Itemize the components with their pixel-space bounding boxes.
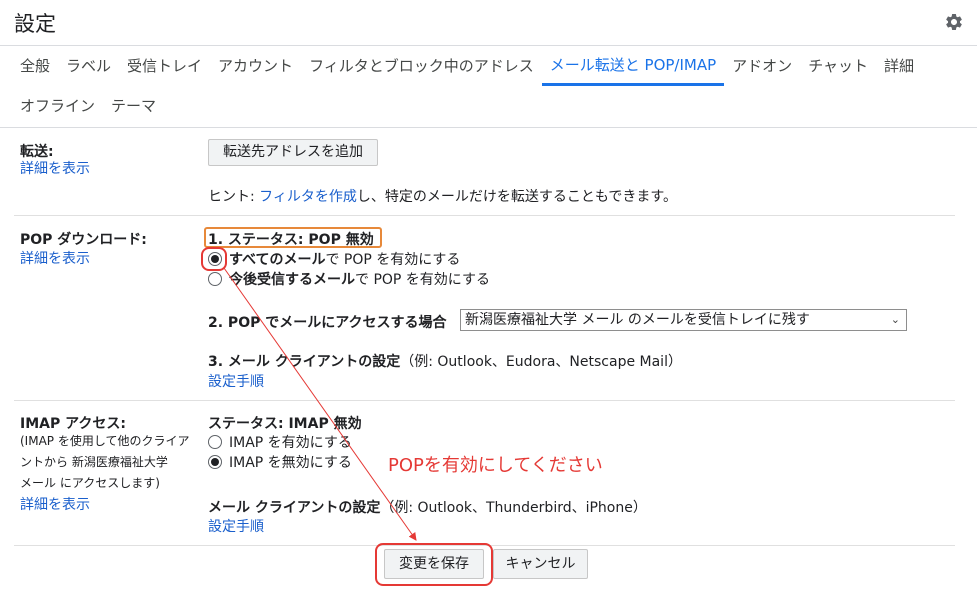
tab-labels[interactable]: ラベル — [58, 46, 119, 86]
tab-themes[interactable]: テーマ — [103, 86, 164, 126]
tab-accounts[interactable]: アカウント — [210, 46, 301, 86]
pop-status-highlight — [204, 227, 382, 248]
imap-disable-label: IMAP を無効にする — [229, 455, 352, 471]
pop-all-mail-label: すべてのメールで POP を有効にする — [229, 249, 460, 269]
settings-tabs-row2: オフライン テーマ — [12, 86, 164, 126]
imap-note-line3: メール にアクセスします) — [20, 476, 160, 490]
imap-note-line1: (IMAP を使用して他のクライア — [20, 434, 190, 448]
chevron-down-icon: ⌄ — [890, 313, 900, 326]
tab-offline[interactable]: オフライン — [12, 86, 103, 126]
pop-all-mail-bold: すべてのメール — [229, 252, 326, 268]
imap-enable-label: IMAP を有効にする — [229, 435, 352, 451]
pop-future-mail-label: 今後受信するメールで POP を有効にする — [229, 269, 490, 289]
gear-icon[interactable] — [944, 12, 964, 32]
imap-setup-instructions-link[interactable]: 設定手順 — [208, 516, 264, 536]
imap-disable-radio[interactable] — [208, 455, 222, 469]
settings-tabs: 全般 ラベル 受信トレイ アカウント フィルタとブロック中のアドレス メール転送… — [12, 46, 922, 86]
imap-access-label: IMAP アクセス: — [20, 416, 127, 432]
save-button-highlight — [375, 543, 493, 586]
tab-filters[interactable]: フィルタとブロック中のアドレス — [301, 46, 542, 86]
imap-client-settings: メール クライアントの設定（例: Outlook、Thunderbird、iPh… — [208, 497, 647, 517]
section-divider — [14, 400, 955, 401]
pop-client-label: 3. メール クライアントの設定 — [208, 354, 401, 370]
pop-download-label: POP ダウンロード: — [20, 232, 147, 248]
pop-setup-instructions-link[interactable]: 設定手順 — [208, 371, 264, 391]
imap-client-label: メール クライアントの設定 — [208, 500, 381, 516]
pop-future-mail-rest: で POP を有効にする — [355, 272, 490, 288]
page-title: 設定 — [14, 12, 56, 36]
pop-future-mail-bold: 今後受信するメール — [229, 272, 355, 288]
imap-enable-radio[interactable] — [208, 435, 222, 449]
pop-access-select[interactable]: 新潟医療福祉大学 メール のメールを受信トレイに残す ⌄ — [460, 309, 907, 331]
pop-details-link[interactable]: 詳細を表示 — [20, 248, 90, 268]
pop-future-mail-radio[interactable] — [208, 272, 222, 286]
pop-access-label: 2. POP でメールにアクセスする場合 — [208, 315, 447, 331]
hint-suffix: し、特定のメールだけを転送することもできます。 — [356, 189, 677, 205]
pop-client-settings: 3. メール クライアントの設定（例: Outlook、Eudora、Netsc… — [208, 351, 682, 371]
create-filter-link[interactable]: フィルタを作成 — [259, 189, 357, 205]
tab-addons[interactable]: アドオン — [724, 46, 800, 86]
pop-access-select-value: 新潟医療福祉大学 メール のメールを受信トレイに残す — [465, 312, 810, 328]
imap-note-line2: ントから 新潟医療福祉大学 — [20, 455, 168, 469]
imap-details-link[interactable]: 詳細を表示 — [20, 494, 90, 514]
imap-client-example: （例: Outlook、Thunderbird、iPhone） — [380, 500, 647, 516]
tab-general[interactable]: 全般 — [12, 46, 58, 86]
pop-radio-highlight — [201, 247, 227, 271]
cancel-button[interactable]: キャンセル — [493, 549, 588, 579]
pop-all-mail-rest: で POP を有効にする — [325, 252, 461, 268]
imap-status: ステータス: IMAP 無効 — [208, 416, 362, 432]
forwarding-details-link[interactable]: 詳細を表示 — [20, 158, 90, 178]
hint-prefix: ヒント: — [208, 189, 260, 205]
section-divider — [14, 215, 955, 216]
tab-chat[interactable]: チャット — [800, 46, 876, 86]
add-forwarding-address-button[interactable]: 転送先アドレスを追加 — [208, 139, 378, 166]
tabs-divider — [0, 127, 977, 128]
tab-advanced[interactable]: 詳細 — [876, 46, 922, 86]
tab-forwarding-pop-imap[interactable]: メール転送と POP/IMAP — [541, 46, 725, 86]
tab-inbox[interactable]: 受信トレイ — [119, 46, 210, 86]
annotation-text: POPを有効にしてください — [388, 455, 603, 476]
forwarding-hint: ヒント: フィルタを作成し、特定のメールだけを転送することもできます。 — [208, 186, 677, 206]
pop-client-example: （例: Outlook、Eudora、Netscape Mail） — [400, 354, 682, 370]
